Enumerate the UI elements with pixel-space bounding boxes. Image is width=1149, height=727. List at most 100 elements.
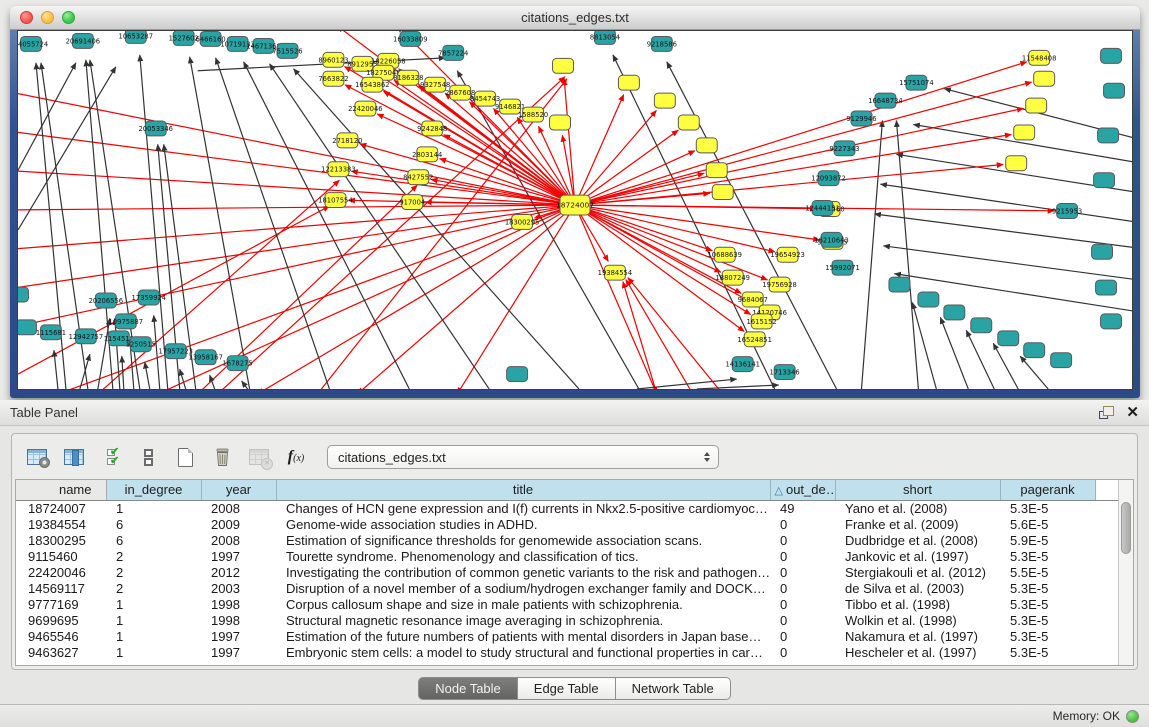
cell-out_degree[interactable]: 0 [770,644,835,660]
cell-year[interactable]: 2003 [201,580,276,596]
graph-node[interactable]: 1250515 [126,337,156,352]
cell-out_degree[interactable]: 0 [770,548,835,564]
cell-out_degree[interactable]: 0 [770,628,835,644]
cell-year[interactable]: 2008 [201,532,276,548]
table-row[interactable]: 977716911998Corpus callosum shape and si… [16,596,1120,612]
cell-title[interactable]: Changes of HCN gene expression and I(f) … [276,500,770,516]
graph-node[interactable] [18,287,28,302]
graph-node[interactable]: 7857224 [438,45,468,60]
cell-out_degree[interactable]: 49 [770,500,835,516]
table-row[interactable]: 969969511998Structural magnetic resonanc… [16,612,1120,628]
graph-node[interactable] [1101,48,1122,63]
graph-node[interactable]: 8427552 [403,170,433,185]
graph-node[interactable]: 12093872 [811,171,846,186]
graph-node[interactable]: 20691406 [66,33,101,48]
cell-year[interactable]: 1997 [201,644,276,660]
graph-node[interactable]: 9129946 [846,111,876,126]
graph-node[interactable]: 20206556 [89,293,124,308]
cell-name[interactable]: 19384554 [16,516,106,532]
cell-year[interactable]: 1997 [201,548,276,564]
table-row[interactable]: 1830029562008Estimation of significance … [16,532,1120,548]
cell-pagerank[interactable]: 5.3E-5 [1000,580,1095,596]
cell-short[interactable]: Hescheler et al. (1997) [835,644,1000,660]
cell-title[interactable]: Tourette syndrome. Phenomenology and cla… [276,548,770,564]
table-row[interactable]: 1456911722003Disruption of a novel membe… [16,580,1120,596]
graph-node[interactable]: 16033809 [393,31,428,46]
graph-node[interactable]: 1527602 [169,31,199,45]
column-header-pagerank[interactable]: pagerank [1000,480,1095,500]
table-scrollbar[interactable] [1118,480,1133,665]
graph-node[interactable]: 8186328 [393,70,423,85]
cell-short[interactable]: Stergiakouli et al. (2012) [835,564,1000,580]
cell-title[interactable]: Estimation of the future numbers of pati… [276,628,770,644]
cell-out_degree[interactable]: 0 [770,612,835,628]
cell-title[interactable]: Estimation of significance thresholds fo… [276,532,770,548]
graph-node[interactable] [1101,314,1122,329]
network-window-titlebar[interactable]: citations_edges.txt [10,6,1140,30]
cell-short[interactable]: Wolkin et al. (1998) [835,612,1000,628]
graph-node[interactable]: 13958167 [188,350,223,365]
column-header-name[interactable]: name [16,480,106,500]
graph-node[interactable] [550,115,571,130]
cell-out_degree[interactable]: 0 [770,532,835,548]
graph-node[interactable]: 15751074 [899,75,934,90]
cell-pagerank[interactable]: 5.3E-5 [1000,628,1095,644]
cell-in_degree[interactable]: 1 [106,500,201,516]
cell-pagerank[interactable]: 5.3E-5 [1000,548,1095,564]
graph-node[interactable] [1026,98,1047,113]
graph-node[interactable]: 8960123 [318,52,348,67]
graph-node[interactable]: 7663822 [318,71,348,86]
graph-node[interactable] [1051,353,1072,368]
tab-node-table[interactable]: Node Table [418,677,518,700]
cell-year[interactable]: 1997 [201,628,276,644]
graph-node[interactable]: 19654923 [770,247,805,262]
tab-edge-table[interactable]: Edge Table [518,677,616,700]
cell-out_degree[interactable]: 0 [770,516,835,532]
table-row[interactable]: 1938455462009Genome-wide association stu… [16,516,1120,532]
graph-node[interactable]: 9242848 [417,121,447,136]
cell-name[interactable]: 9777169 [16,596,106,612]
graph-node[interactable]: 16648734 [868,93,903,108]
row-selection-icon[interactable] [97,443,125,471]
cell-pagerank[interactable]: 5.3E-5 [1000,644,1095,660]
graph-node[interactable] [1024,343,1045,358]
cell-pagerank[interactable]: 5.9E-5 [1000,532,1095,548]
column-header-short[interactable]: short [835,480,1000,500]
cell-pagerank[interactable]: 5.3E-5 [1000,596,1095,612]
graph-node[interactable]: 1615152 [747,314,777,329]
close-panel-icon[interactable]: ✕ [1126,406,1139,419]
graph-node[interactable] [1034,71,1055,86]
graph-node[interactable]: 11548408 [1022,50,1057,65]
graph-node[interactable]: 1115681 [36,325,66,340]
cell-short[interactable]: Tibbo et al. (1998) [835,596,1000,612]
graph-node[interactable] [712,185,733,200]
column-header-title[interactable]: title [276,480,770,500]
cell-title[interactable]: Structural magnetic resonance image aver… [276,612,770,628]
cell-in_degree[interactable]: 1 [106,628,201,644]
graph-node[interactable] [507,367,528,382]
cell-in_degree[interactable]: 6 [106,516,201,532]
tab-network-table[interactable]: Network Table [616,677,731,700]
cell-title[interactable]: Corpus callosum shape and size in male p… [276,596,770,612]
graph-node[interactable] [1092,244,1113,259]
graph-node[interactable] [944,305,965,320]
graph-node[interactable]: 18300295 [505,214,540,229]
cell-pagerank[interactable]: 5.3E-5 [1000,612,1095,628]
graph-node[interactable]: 19384554 [598,265,633,280]
table-mode-icon[interactable] [23,443,51,471]
cell-title[interactable]: Embryonic stem cells: a model to study s… [276,644,770,660]
float-panel-icon[interactable] [1099,406,1114,419]
graph-node[interactable]: 1588520 [518,107,548,122]
table-row[interactable]: 946362711997Embryonic stem cells: a mode… [16,644,1120,660]
cell-year[interactable]: 1998 [201,612,276,628]
graph-node[interactable]: 1678275 [223,356,253,371]
function-builder-icon[interactable]: f(x) [282,443,310,471]
cell-short[interactable]: Jankovic et al. (1997) [835,548,1000,564]
cell-in_degree[interactable]: 2 [106,580,201,596]
cell-year[interactable]: 2008 [201,500,276,516]
table-row[interactable]: 911546021997Tourette syndrome. Phenomeno… [16,548,1120,564]
cell-name[interactable]: 18724007 [16,500,106,516]
cell-name[interactable]: 9115460 [16,548,106,564]
graph-node[interactable] [678,115,699,130]
graph-node[interactable] [889,277,910,292]
